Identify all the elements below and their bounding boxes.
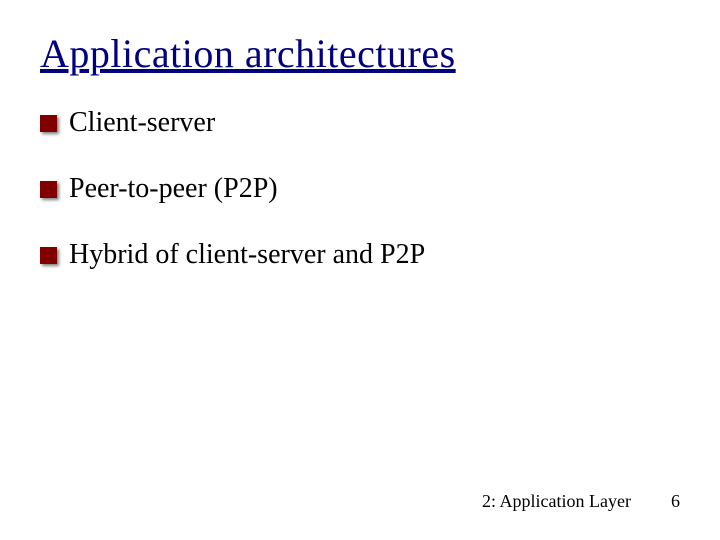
bullet-text: Client-server	[69, 107, 215, 139]
bullet-text: Peer-to-peer (P2P)	[69, 173, 278, 205]
bullet-marker-icon	[40, 247, 57, 264]
bullet-marker-icon	[40, 181, 57, 198]
footer-section: 2: Application Layer	[482, 491, 631, 512]
bullet-list: Client-server Peer-to-peer (P2P) Hybrid …	[40, 107, 680, 271]
footer-page-number: 6	[671, 491, 680, 512]
list-item: Client-server	[40, 107, 680, 139]
slide-footer: 2: Application Layer 6	[482, 491, 680, 512]
slide: Application architectures Client-server …	[0, 0, 720, 540]
slide-title: Application architectures	[40, 30, 680, 77]
list-item: Peer-to-peer (P2P)	[40, 173, 680, 205]
list-item: Hybrid of client-server and P2P	[40, 239, 680, 271]
bullet-text: Hybrid of client-server and P2P	[69, 239, 425, 271]
bullet-marker-icon	[40, 115, 57, 132]
